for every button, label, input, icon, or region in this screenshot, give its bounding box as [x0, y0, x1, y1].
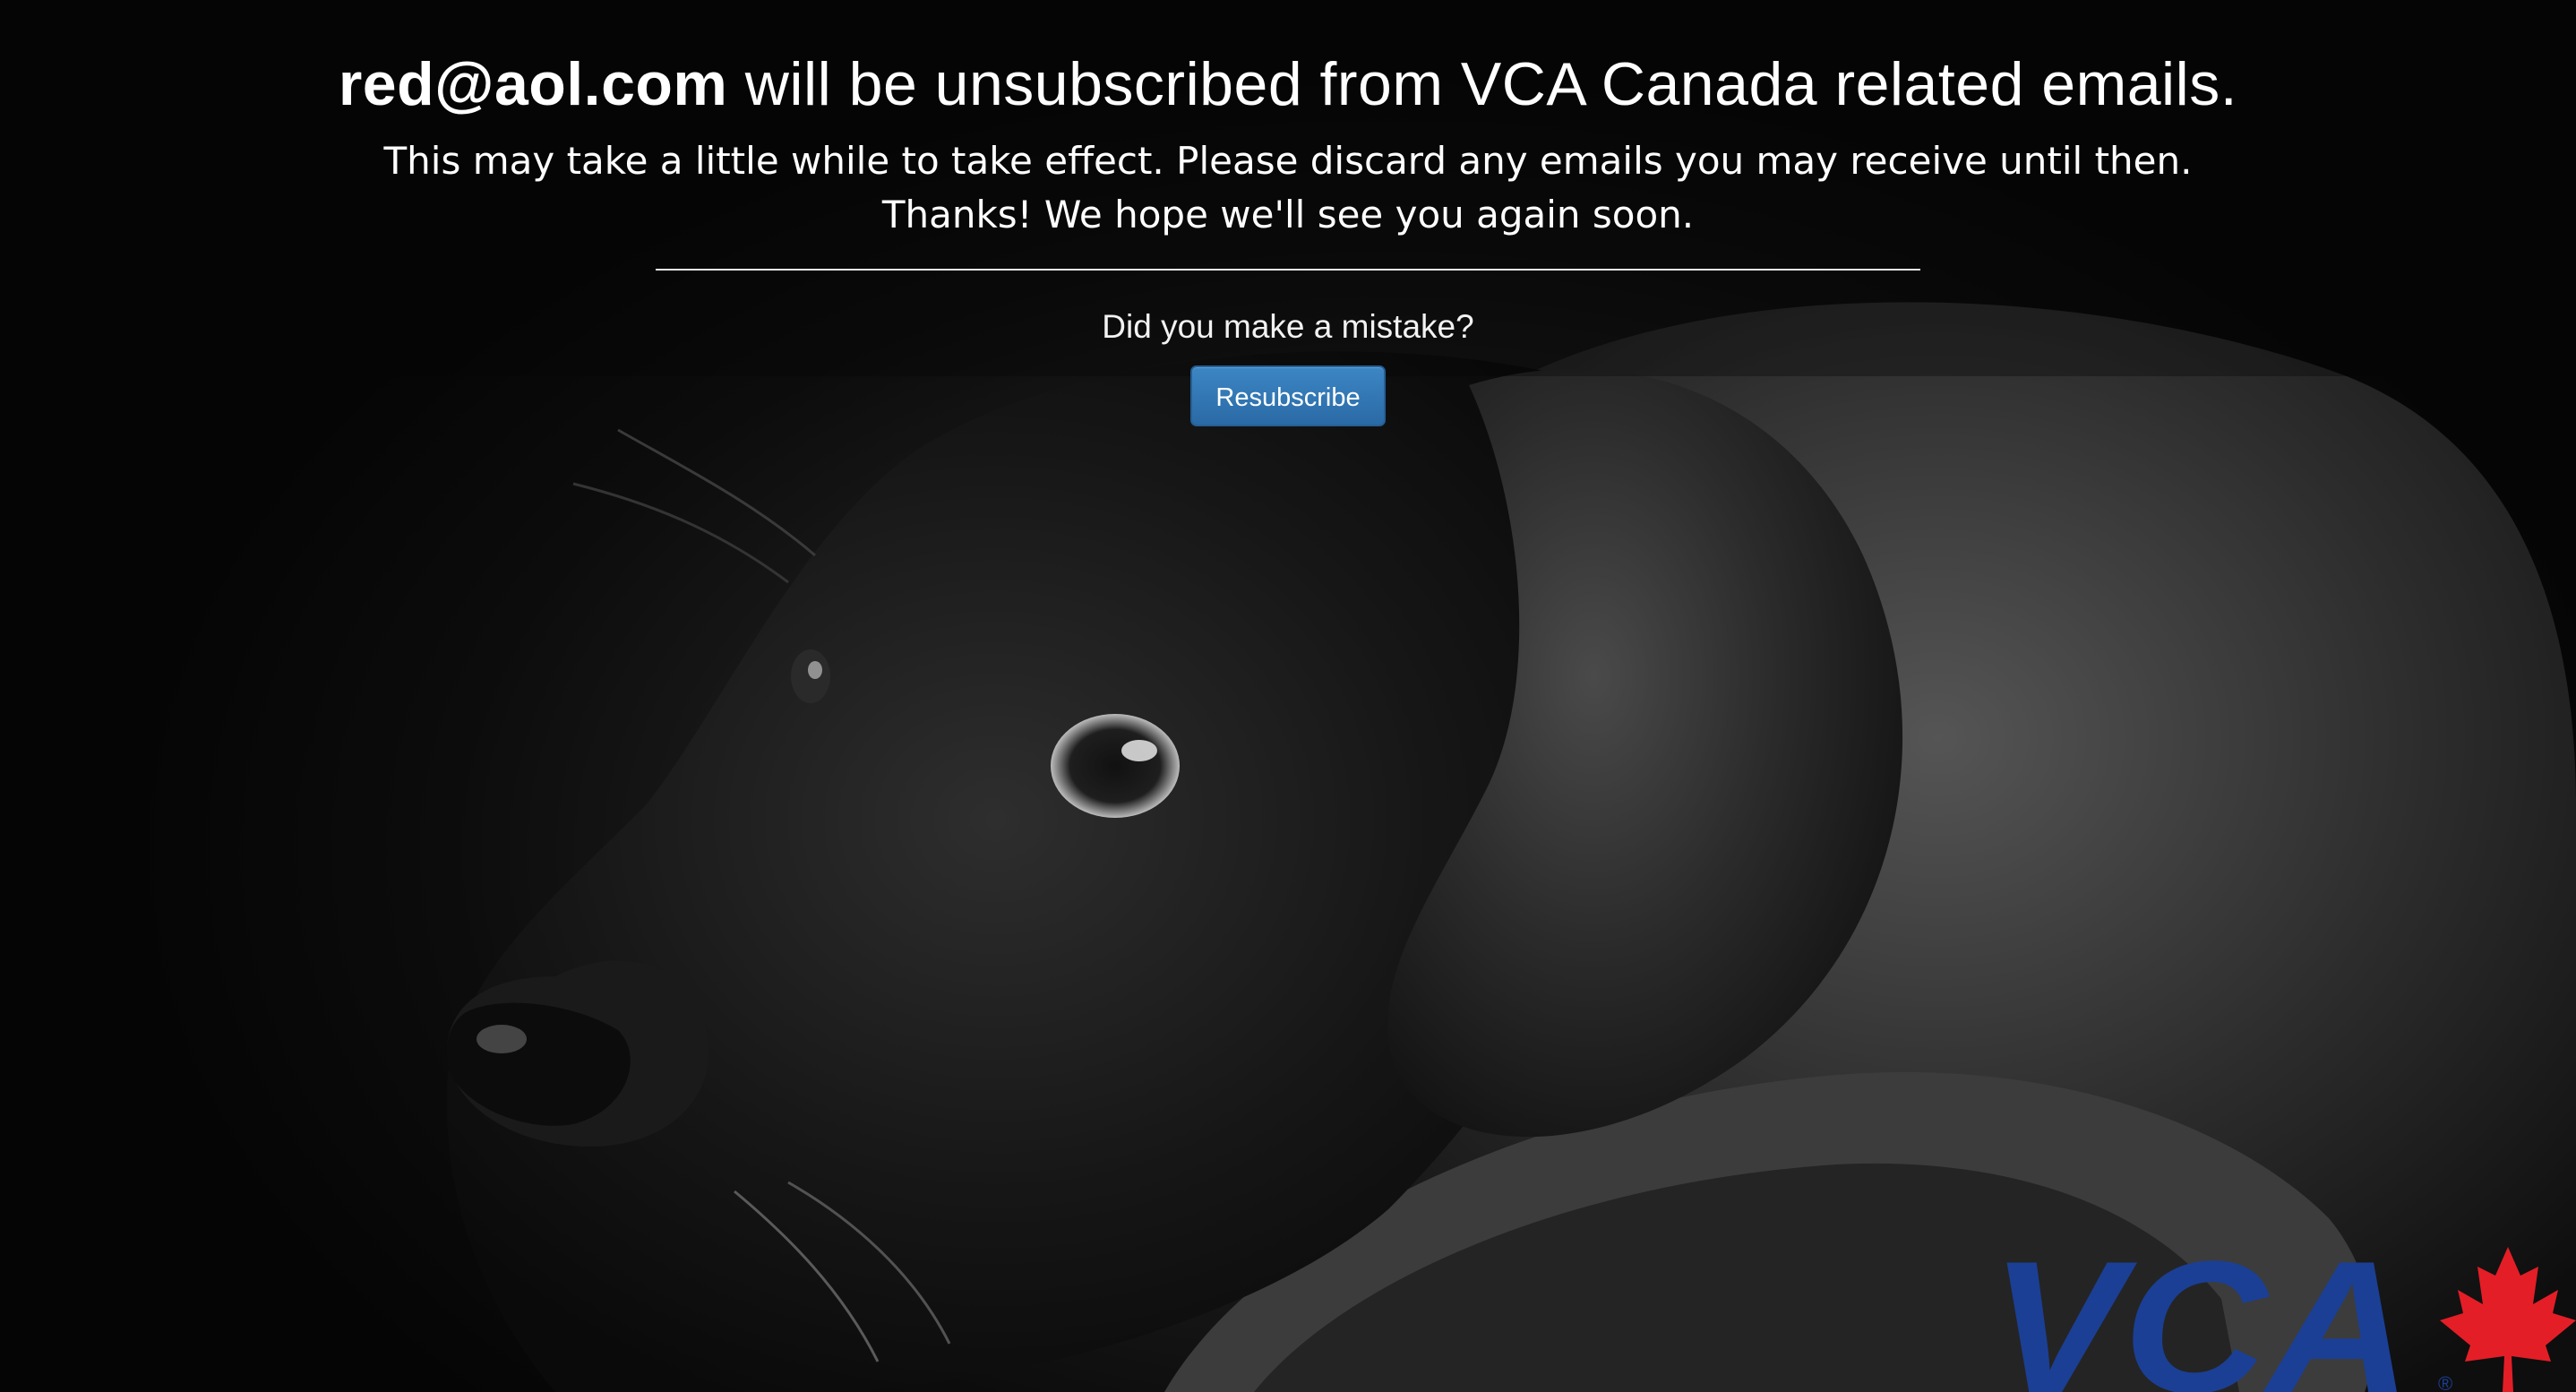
unsubscribe-page: red@aol.com will be unsubscribed from VC… [0, 0, 2576, 1392]
maple-leaf-icon [2440, 1247, 2576, 1392]
info-text: This may take a little while to take eff… [0, 134, 2576, 242]
dog-eye [1051, 714, 1180, 818]
divider [656, 269, 1920, 271]
message-area: red@aol.com will be unsubscribed from VC… [0, 0, 2576, 426]
mistake-prompt: Did you make a mistake? [1102, 308, 1474, 345]
email-address: red@aol.com [338, 50, 728, 118]
vca-logo-text: VCA [1990, 1245, 2411, 1392]
unsubscribe-headline: red@aol.com will be unsubscribed from VC… [0, 0, 2576, 122]
info-line-2: Thanks! We hope we'll see you again soon… [881, 193, 1695, 236]
info-line-1: This may take a little while to take eff… [383, 139, 2193, 183]
registered-mark: ® [2438, 1372, 2452, 1392]
vca-canada-logo: VCA ® [1990, 1245, 2576, 1392]
headline-text: will be unsubscribed from VCA Canada rel… [727, 50, 2238, 118]
resubscribe-button[interactable]: Resubscribe [1190, 365, 1386, 426]
